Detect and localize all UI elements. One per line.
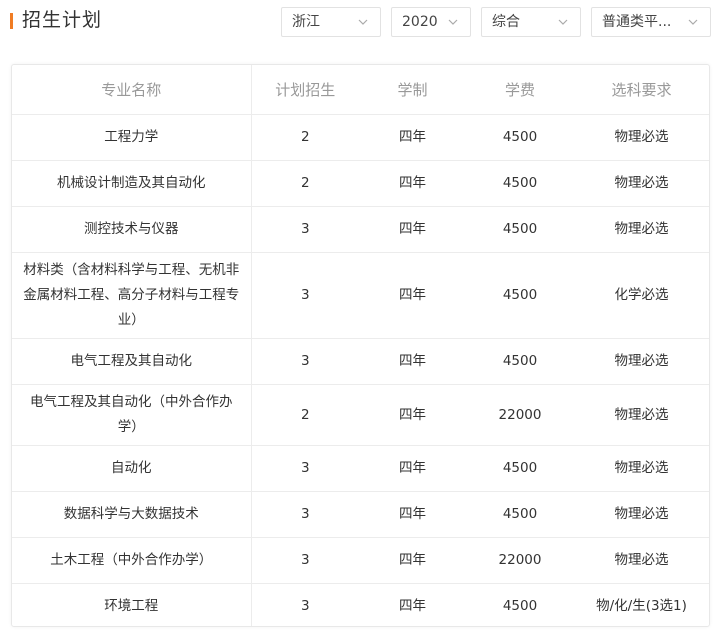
year-select[interactable]: 2020	[391, 7, 471, 37]
subjects-cell: 物理必选	[574, 537, 709, 584]
fee-cell: 22000	[466, 384, 574, 446]
province-select[interactable]: 浙江	[281, 7, 381, 37]
duration-cell: 四年	[359, 338, 466, 385]
major-cell: 材料类（含材料科学与工程、无机非金属材料工程、高分子材料与工程专业）	[12, 252, 252, 339]
duration-cell: 四年	[359, 537, 466, 584]
year-select-value: 2020	[402, 14, 438, 30]
subjects-cell: 物理必选	[574, 445, 709, 492]
enrollment-plan-table: 专业名称 计划招生 学制 学费 选科要求 工程力学 2 四年 4500 物理必选…	[11, 64, 710, 627]
chevron-down-icon	[358, 19, 368, 25]
table-header-row: 专业名称 计划招生 学制 学费 选科要求	[12, 65, 709, 115]
plan-cell: 3	[251, 537, 359, 584]
batch-select[interactable]: 普通类平...	[591, 7, 711, 37]
fee-cell: 22000	[466, 537, 574, 584]
plan-cell: 2	[251, 114, 359, 161]
major-cell: 工程力学	[12, 114, 252, 161]
subjects-cell: 物/化/生(3选1)	[596, 598, 687, 615]
fee-cell: 4500	[466, 252, 574, 339]
chevron-down-icon	[688, 19, 698, 25]
duration-cell: 四年	[399, 598, 426, 615]
fee-cell: 4500	[466, 206, 574, 253]
plan-cell: 3	[251, 206, 359, 253]
duration-cell: 四年	[359, 114, 466, 161]
subjects-cell: 物理必选	[574, 114, 709, 161]
column-header-duration: 学制	[359, 65, 466, 115]
table-row: 自动化 3 四年 4500 物理必选	[12, 445, 709, 492]
table-row: 工程力学 2 四年 4500 物理必选	[12, 114, 709, 161]
subjects-cell: 物理必选	[574, 206, 709, 253]
type-select-value: 综合	[492, 14, 520, 30]
column-header-subjects: 选科要求	[574, 65, 709, 115]
major-cell: 数据科学与大数据技术	[12, 491, 252, 538]
plan-cell: 3	[300, 598, 310, 615]
page-header: 招生计划 浙江 2020 综合 普通类平...	[0, 0, 722, 48]
table-row: 数据科学与大数据技术 3 四年 4500 物理必选	[12, 491, 709, 538]
fee-cell: 4500	[502, 598, 538, 615]
duration-cell: 四年	[359, 384, 466, 446]
duration-cell: 四年	[359, 445, 466, 492]
subjects-cell: 物理必选	[574, 384, 709, 446]
plan-cell: 2	[251, 384, 359, 446]
page-title: 招生计划	[22, 9, 103, 31]
table-row: 环境工程 3 四年 4500 物/化/生(3选1)	[12, 583, 709, 626]
chevron-down-icon	[558, 19, 568, 25]
table-row: 机械设计制造及其自动化 2 四年 4500 物理必选	[12, 160, 709, 207]
plan-cell: 3	[251, 445, 359, 492]
major-cell: 机械设计制造及其自动化	[12, 160, 252, 207]
major-cell: 自动化	[12, 445, 252, 492]
column-header-fee: 学费	[466, 65, 574, 115]
major-cell: 测控技术与仪器	[12, 206, 252, 253]
column-header-plan: 计划招生	[251, 65, 359, 115]
duration-cell: 四年	[359, 160, 466, 207]
subjects-cell: 物理必选	[574, 491, 709, 538]
fee-cell: 4500	[466, 338, 574, 385]
duration-cell: 四年	[359, 206, 466, 253]
batch-select-value: 普通类平...	[602, 14, 672, 30]
province-select-value: 浙江	[292, 14, 320, 30]
table-row: 电气工程及其自动化 3 四年 4500 物理必选	[12, 338, 709, 385]
fee-cell: 4500	[466, 445, 574, 492]
major-cell: 电气工程及其自动化	[12, 338, 252, 385]
table-row: 材料类（含材料科学与工程、无机非金属材料工程、高分子材料与工程专业） 3 四年 …	[12, 252, 709, 339]
table-row: 电气工程及其自动化（中外合作办学） 2 四年 22000 物理必选	[12, 384, 709, 446]
type-select[interactable]: 综合	[481, 7, 581, 37]
plan-cell: 3	[251, 338, 359, 385]
chevron-down-icon	[448, 19, 458, 25]
major-cell: 环境工程	[12, 583, 252, 626]
plan-cell: 3	[251, 252, 359, 339]
column-header-major: 专业名称	[12, 65, 252, 115]
major-cell: 电气工程及其自动化（中外合作办学）	[12, 384, 252, 446]
subjects-cell: 物理必选	[574, 160, 709, 207]
table-row: 土木工程（中外合作办学） 3 四年 22000 物理必选	[12, 537, 709, 584]
fee-cell: 4500	[466, 114, 574, 161]
subjects-cell: 化学必选	[574, 252, 709, 339]
plan-cell: 2	[251, 160, 359, 207]
title-accent-bar	[10, 13, 13, 29]
subjects-cell: 物理必选	[574, 338, 709, 385]
duration-cell: 四年	[359, 252, 466, 339]
major-cell: 土木工程（中外合作办学）	[12, 537, 252, 584]
duration-cell: 四年	[359, 491, 466, 538]
fee-cell: 4500	[466, 160, 574, 207]
table-row: 测控技术与仪器 3 四年 4500 物理必选	[12, 206, 709, 253]
plan-cell: 3	[251, 491, 359, 538]
fee-cell: 4500	[466, 491, 574, 538]
